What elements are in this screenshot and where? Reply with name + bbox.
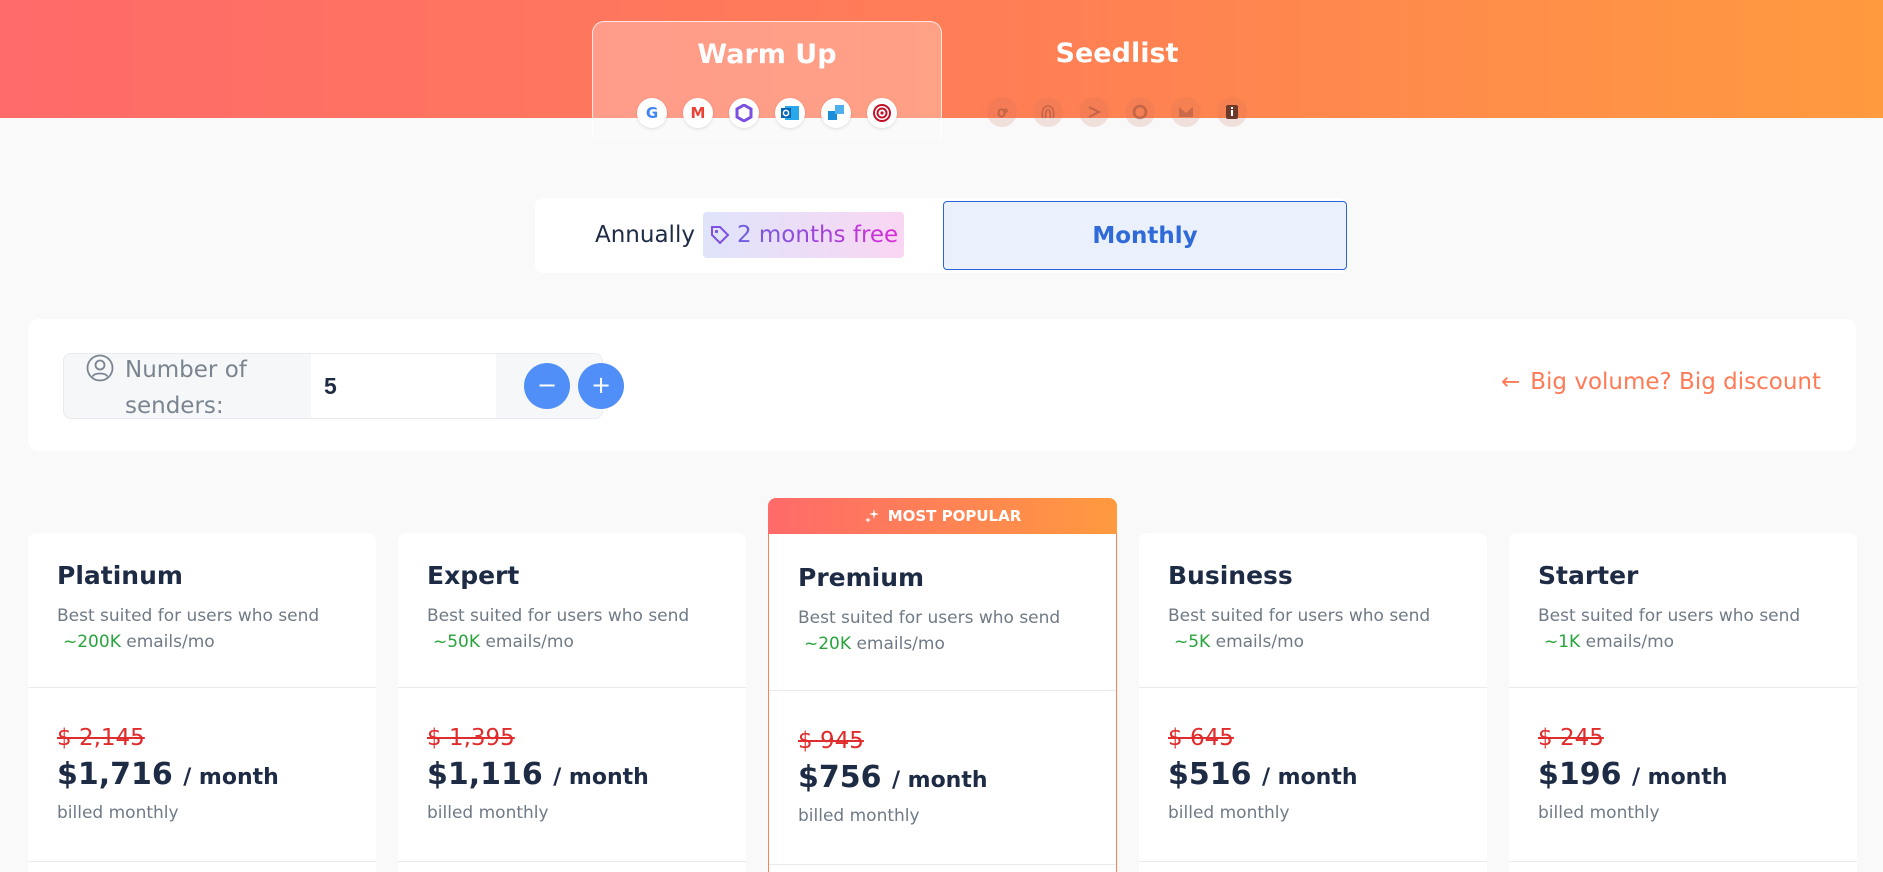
old-price: $ 945 bbox=[798, 728, 864, 754]
billing-monthly-option[interactable]: Monthly bbox=[943, 201, 1347, 270]
plan-description: Best suited for users who send ~20K email… bbox=[798, 608, 1061, 654]
billing-monthly-label: Monthly bbox=[1092, 222, 1198, 249]
sendgrid-icon bbox=[1079, 97, 1109, 127]
divider bbox=[1509, 861, 1857, 862]
seedlist-provider-logos: ꝍ bbox=[942, 97, 1292, 127]
billing-note: billed monthly bbox=[57, 803, 179, 823]
mailgun-icon bbox=[1171, 97, 1201, 127]
microsoft365-icon bbox=[729, 98, 759, 128]
divider bbox=[1139, 861, 1487, 862]
current-price: $1,716 / month bbox=[57, 757, 279, 792]
divider bbox=[1139, 687, 1487, 688]
decrease-senders-button[interactable]: − bbox=[524, 363, 570, 409]
plan-name: Platinum bbox=[57, 561, 183, 590]
current-price: $196 / month bbox=[1538, 757, 1728, 792]
google-icon: G bbox=[637, 98, 667, 128]
fingerprint-icon bbox=[1033, 97, 1063, 127]
warm-up-provider-logos: G M bbox=[593, 98, 941, 128]
plan-card-business: Business Best suited for users who send ~… bbox=[1139, 533, 1487, 872]
divider bbox=[1509, 687, 1857, 688]
divider bbox=[769, 690, 1116, 691]
loop-icon bbox=[1125, 97, 1155, 127]
senders-input-group: Number of senders: − + bbox=[63, 353, 624, 419]
old-price: $ 1,395 bbox=[427, 725, 515, 751]
old-price: $ 645 bbox=[1168, 725, 1234, 751]
billing-toggle: Annually 2 months free Monthly bbox=[535, 198, 1347, 273]
increase-senders-button[interactable]: + bbox=[578, 363, 624, 409]
billing-note: billed monthly bbox=[798, 806, 920, 826]
current-price: $756 / month bbox=[798, 760, 988, 795]
target-icon bbox=[867, 98, 897, 128]
plan-description: Best suited for users who send ~200K emai… bbox=[57, 606, 320, 652]
billing-note: billed monthly bbox=[1538, 803, 1660, 823]
plan-card-expert: Expert Best suited for users who send ~50… bbox=[398, 533, 746, 872]
info-icon bbox=[1217, 97, 1247, 127]
tag-icon bbox=[710, 226, 730, 245]
plan-description: Best suited for users who send ~1K emails… bbox=[1538, 606, 1801, 652]
plan-name: Expert bbox=[427, 561, 520, 590]
most-popular-badge: MOST POPULAR bbox=[768, 498, 1117, 534]
billing-note: billed monthly bbox=[1168, 803, 1290, 823]
plan-volume: ~1K bbox=[1544, 632, 1581, 652]
big-discount-label: Big volume? Big discount bbox=[1530, 369, 1821, 395]
senders-label: Number of senders: bbox=[125, 357, 247, 419]
user-icon bbox=[86, 354, 114, 382]
plan-name: Premium bbox=[798, 563, 925, 592]
big-discount-link[interactable]: ← Big volume? Big discount bbox=[1501, 369, 1821, 395]
outlook-icon bbox=[775, 98, 805, 128]
divider bbox=[769, 864, 1116, 865]
old-price: $ 2,145 bbox=[57, 725, 145, 751]
arrow-left-icon: ← bbox=[1500, 369, 1521, 395]
two-months-free-badge: 2 months free bbox=[702, 212, 905, 258]
tab-warm-up-label: Warm Up bbox=[697, 39, 837, 70]
plan-description: Best suited for users who send ~5K emails… bbox=[1168, 606, 1431, 652]
plan-volume: ~200K bbox=[63, 632, 121, 652]
tab-warm-up[interactable]: Warm Up G M bbox=[592, 21, 942, 139]
billing-annually-option[interactable]: Annually 2 months free bbox=[595, 212, 905, 258]
current-price: $1,116 / month bbox=[427, 757, 649, 792]
tab-seedlist-label: Seedlist bbox=[1055, 38, 1179, 69]
senders-count-input[interactable] bbox=[311, 354, 496, 418]
plan-description: Best suited for users who send ~50K email… bbox=[427, 606, 690, 652]
gmail-icon: M bbox=[683, 98, 713, 128]
senders-panel: Number of senders: − + ← Big volume? Big… bbox=[28, 319, 1856, 451]
exchange-icon bbox=[821, 98, 851, 128]
plan-name: Business bbox=[1168, 561, 1293, 590]
current-price: $516 / month bbox=[1168, 757, 1358, 792]
plan-card-platinum: Platinum Best suited for users who send ~… bbox=[28, 533, 376, 872]
plan-card-starter: Starter Best suited for users who send ~1… bbox=[1509, 533, 1857, 872]
divider bbox=[398, 861, 746, 862]
plan-name: Starter bbox=[1538, 561, 1639, 590]
plan-card-premium: Premium Best suited for users who send ~2… bbox=[768, 534, 1117, 872]
plan-volume: ~50K bbox=[433, 632, 481, 652]
plan-volume: ~20K bbox=[804, 634, 852, 654]
two-months-free-label: 2 months free bbox=[736, 222, 899, 248]
hubspot-icon: ꝍ bbox=[987, 97, 1017, 127]
divider bbox=[398, 687, 746, 688]
billing-note: billed monthly bbox=[427, 803, 549, 823]
billing-annually-label: Annually bbox=[595, 222, 695, 248]
divider bbox=[28, 687, 376, 688]
sparkle-icon bbox=[864, 509, 879, 523]
divider bbox=[28, 861, 376, 862]
tab-seedlist[interactable]: Seedlist ꝍ bbox=[942, 21, 1292, 139]
most-popular-label: MOST POPULAR bbox=[887, 507, 1022, 525]
plan-volume: ~5K bbox=[1174, 632, 1211, 652]
old-price: $ 245 bbox=[1538, 725, 1604, 751]
